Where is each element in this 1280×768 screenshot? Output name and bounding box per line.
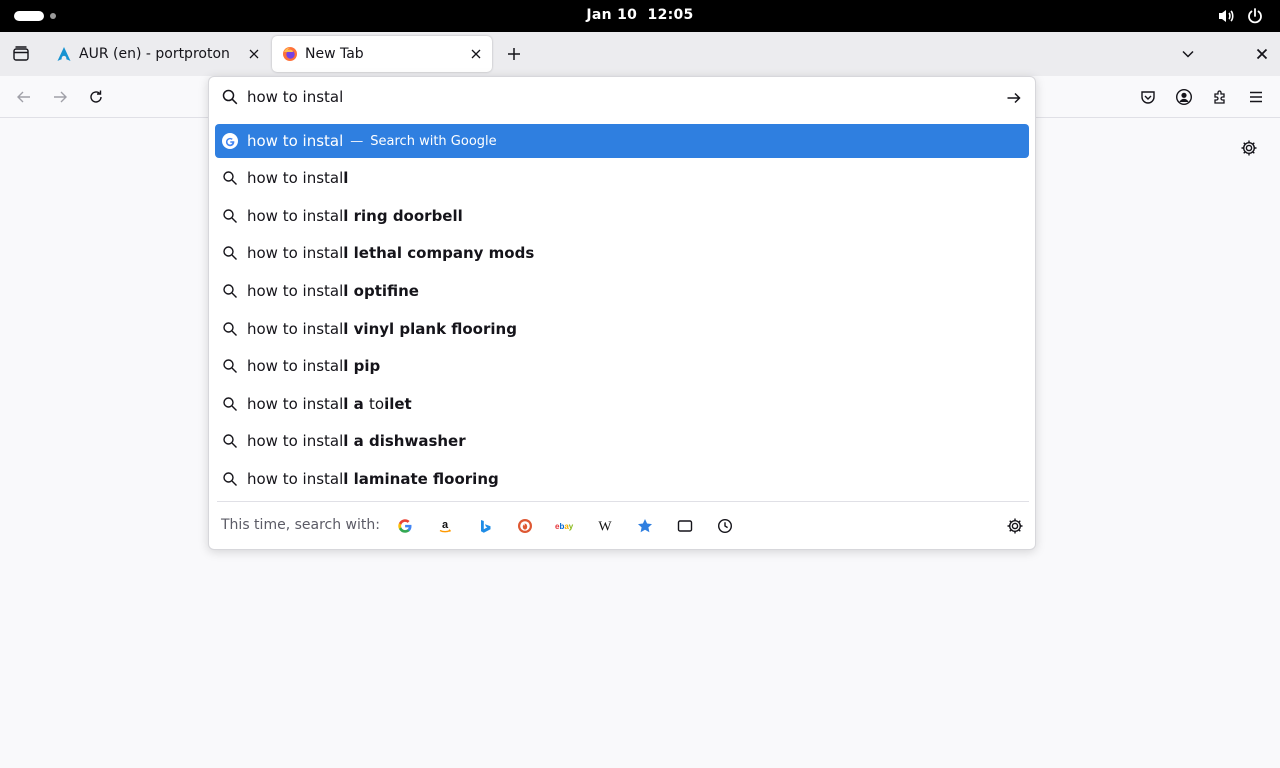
suggestion-completion: l pip [343,357,381,375]
customize-new-tab-gear-icon[interactable] [1237,136,1261,160]
suggestion-completion: ilet [384,395,412,413]
tab-strip: AUR (en) - portproton New Tab [0,32,1280,76]
suggestion-typed: how to instal [247,395,344,413]
suggestion-typed: how to instal [247,282,344,300]
google-icon [222,133,238,149]
url-input[interactable] [247,85,987,109]
arch-linux-icon [56,46,72,62]
ebay-engine-icon[interactable]: ebay [553,514,577,538]
wikipedia-engine-icon[interactable]: W [593,514,617,538]
tab-new-tab[interactable]: New Tab [272,36,492,72]
tab-title: New Tab [305,46,364,62]
close-tab-icon[interactable] [464,42,488,66]
firefox-icon [282,46,298,62]
suggestion-completion: l optifine [343,282,419,300]
list-all-tabs-chevron-icon[interactable] [1176,42,1200,66]
pocket-icon[interactable] [1136,85,1160,109]
system-top-bar: Jan 10 12:05 [0,0,1280,32]
svg-text:W: W [598,520,612,535]
result-search-with-google[interactable]: how to instal — Search with Google [215,124,1029,158]
history-clock-icon[interactable] [713,514,737,538]
suggestion-typed: how to instal [247,207,344,225]
clock-date: Jan 10 [586,7,638,23]
suggestion-completion: l a [343,395,369,413]
search-suggestion[interactable]: how to instal l [215,161,1029,195]
suggestion-typed: how to instal [247,169,344,187]
search-with-label: This time, search with: [221,517,380,533]
search-settings-gear-icon[interactable] [1003,514,1027,538]
svg-text:a: a [442,519,449,531]
search-icon [222,321,238,337]
new-tab-plus-icon[interactable] [502,42,526,66]
search-suggestion[interactable]: how to instal l vinyl plank flooring [215,312,1029,346]
google-engine-icon[interactable] [393,514,417,538]
result-separator: — [350,133,364,149]
result-action: Search with Google [370,133,497,149]
suggestion-typed: how to instal [247,244,344,262]
suggestion-completion: l vinyl plank flooring [343,320,517,338]
close-window-icon[interactable] [1250,42,1274,66]
search-icon [222,208,238,224]
suggestion-typed: how to instal [247,432,344,450]
search-suggestion[interactable]: how to instal l pip [215,349,1029,383]
go-arrow-icon[interactable] [1003,87,1025,109]
search-icon [222,358,238,374]
tabs-icon[interactable] [673,514,697,538]
bing-engine-icon[interactable] [473,514,497,538]
search-mode-switcher: This time, search with: a ebay W [209,503,1035,549]
suggestion-typed: how to instal [247,320,344,338]
duckduckgo-engine-icon[interactable] [513,514,537,538]
search-icon [222,170,238,186]
tab-aur-portproton[interactable]: AUR (en) - portproton [46,36,270,72]
amazon-engine-icon[interactable]: a [433,514,457,538]
back-icon[interactable] [12,85,36,109]
search-suggestion[interactable]: how to instal l ring doorbell [215,199,1029,233]
suggestion-completion: l a dishwasher [343,432,466,450]
clock[interactable]: Jan 10 12:05 [0,7,1280,23]
bookmarks-star-icon[interactable] [633,514,657,538]
search-icon [221,88,239,106]
suggestion-completion: l laminate flooring [343,470,499,488]
suggestion-typed: how to instal [247,470,344,488]
clock-time: 12:05 [647,7,694,23]
footer-divider [217,501,1029,502]
search-icon [222,433,238,449]
volume-icon[interactable] [1216,6,1236,26]
firefox-view-icon[interactable] [8,41,34,67]
suggestion-typed: how to instal [247,357,344,375]
close-tab-icon[interactable] [242,42,266,66]
search-suggestion[interactable]: how to instal l a to ilet [215,387,1029,421]
suggestion-plain: to [369,395,385,413]
menu-icon[interactable] [1244,85,1268,109]
urlbar-input-row [209,77,1035,117]
suggestion-completion: l ring doorbell [343,207,463,225]
power-icon[interactable] [1245,6,1265,26]
svg-text:ebay: ebay [555,522,574,531]
search-suggestion[interactable]: how to instal l a dishwasher [215,424,1029,458]
urlbar-popup: how to instal — Search with Google how t… [208,76,1036,550]
suggestion-completion: l lethal company mods [343,244,535,262]
forward-icon[interactable] [48,85,72,109]
reload-icon[interactable] [84,85,108,109]
search-suggestion[interactable]: how to instal l laminate flooring [215,462,1029,496]
search-icon [222,283,238,299]
extensions-icon[interactable] [1208,85,1232,109]
search-icon [222,471,238,487]
tab-title: AUR (en) - portproton [79,46,230,62]
search-icon [222,245,238,261]
search-icon [222,396,238,412]
search-suggestion[interactable]: how to instal l lethal company mods [215,236,1029,270]
result-text: how to instal [247,132,344,150]
account-icon[interactable] [1172,85,1196,109]
search-suggestion[interactable]: how to instal l optifine [215,274,1029,308]
suggestion-completion: l [343,169,349,187]
